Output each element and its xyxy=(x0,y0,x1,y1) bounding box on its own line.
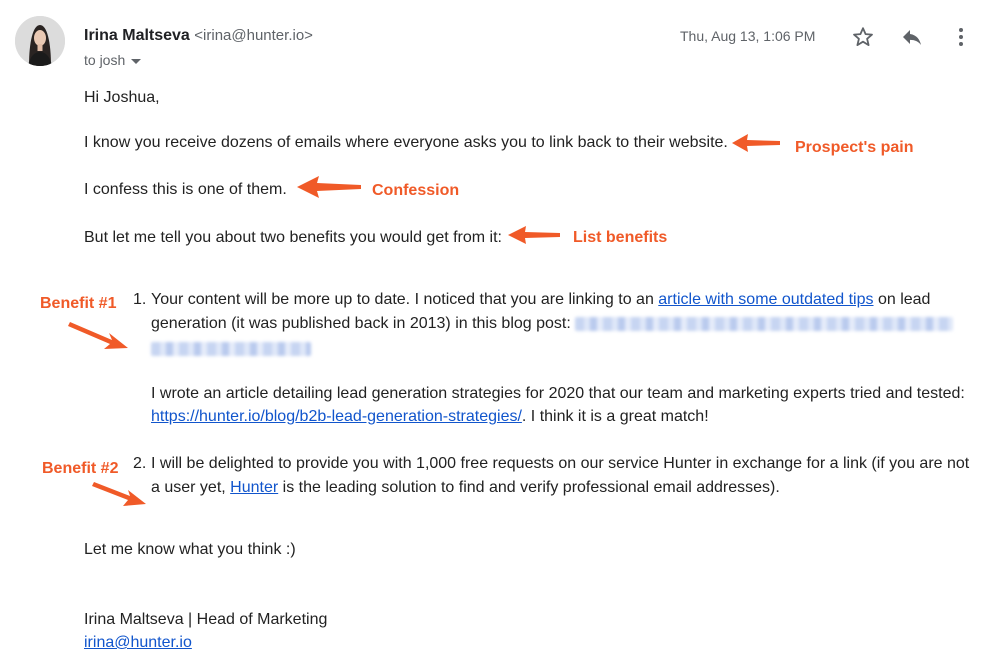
star-button[interactable] xyxy=(849,23,877,51)
benefit-2-text-b: is the leading solution to find and veri… xyxy=(278,479,780,496)
message-date: Thu, Aug 13, 1:06 PM xyxy=(680,28,816,44)
avatar[interactable] xyxy=(15,16,65,66)
signature-email: irina@hunter.io xyxy=(84,631,192,655)
benefit-2-line-2: a user yet, Hunter is the leading soluti… xyxy=(151,476,780,500)
more-vert-icon xyxy=(959,28,963,46)
signature-email-link[interactable]: irina@hunter.io xyxy=(84,634,192,651)
blurred-blog-link-continued[interactable] xyxy=(151,340,311,358)
benefit-1-para-2: I wrote an article detailing lead genera… xyxy=(151,385,965,402)
benefit-1-tail: . I think it is a great match! xyxy=(521,408,709,425)
star-icon xyxy=(853,27,873,46)
signature-name: Irina Maltseva | Head of Marketing xyxy=(84,611,328,628)
benefit-1-text-a: Your content will be more up to date. I … xyxy=(151,291,659,308)
reply-button[interactable] xyxy=(898,23,926,51)
closing-line: Let me know what you think :) xyxy=(84,541,296,558)
annotation-confession: Confession xyxy=(372,182,460,199)
list-number-1: 1. xyxy=(133,291,147,308)
sender-email: <irina@hunter.io> xyxy=(194,27,313,44)
chevron-down-icon[interactable] xyxy=(131,58,142,64)
greeting: Hi Joshua, xyxy=(84,89,160,106)
benefit-1-line-2: generation (it was published back in 201… xyxy=(151,312,954,336)
outdated-article-link[interactable]: article with some outdated tips xyxy=(658,291,873,308)
annotation-benefit-2: Benefit #2 xyxy=(42,460,119,477)
paragraph-confession: I confess this is one of them. xyxy=(84,181,287,198)
arrow-icon xyxy=(92,482,146,506)
annotation-list-benefits: List benefits xyxy=(573,229,668,246)
benefit-1-para-2-line-2: https://hunter.io/blog/b2b-lead-generati… xyxy=(151,405,709,429)
sender-name[interactable]: Irina Maltseva xyxy=(84,27,190,44)
annotation-benefit-1: Benefit #1 xyxy=(40,295,117,312)
benefit-2-line-1: I will be delighted to provide you with … xyxy=(151,455,970,472)
recipient-label: to josh xyxy=(84,52,126,68)
annotation-prospects-pain: Prospect's pain xyxy=(795,139,914,156)
recipient-dropdown[interactable]: to josh xyxy=(84,52,142,68)
arrow-icon xyxy=(508,226,560,244)
lead-generation-link[interactable]: https://hunter.io/blog/b2b-lead-generati… xyxy=(151,408,522,425)
arrow-icon xyxy=(297,176,361,198)
paragraph-benefits-intro: But let me tell you about two benefits y… xyxy=(84,229,502,246)
more-options-button[interactable] xyxy=(947,23,975,51)
sender-line: Irina Maltseva <irina@hunter.io> xyxy=(84,27,313,45)
benefit-1-text-c: generation (it was published back in 201… xyxy=(151,315,576,332)
benefit-1-line-1: Your content will be more up to date. I … xyxy=(151,288,930,312)
blurred-blog-link[interactable] xyxy=(575,316,954,331)
reply-icon xyxy=(903,30,921,45)
benefit-2-text-a: a user yet, xyxy=(151,479,231,496)
benefit-1-text-b: on lead xyxy=(873,291,931,308)
hunter-link[interactable]: Hunter xyxy=(230,479,278,496)
list-number-2: 2. xyxy=(133,455,147,472)
paragraph-pain: I know you receive dozens of emails wher… xyxy=(84,134,728,151)
arrow-icon xyxy=(732,134,780,152)
arrow-icon xyxy=(68,322,128,349)
